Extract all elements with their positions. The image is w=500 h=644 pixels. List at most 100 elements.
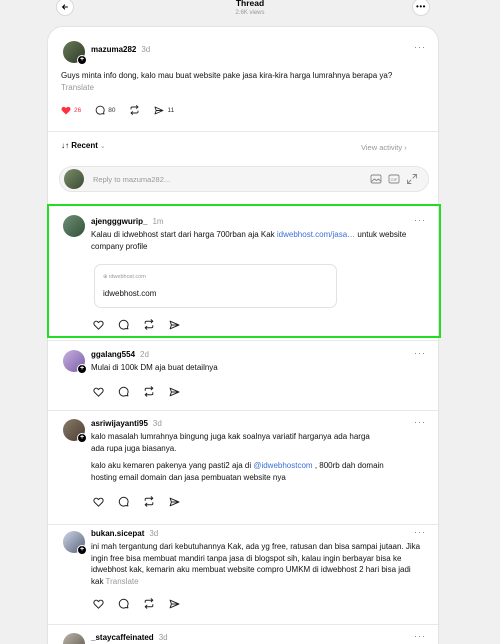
sort-label: Recent <box>71 141 98 150</box>
translate-link[interactable]: Translate <box>61 83 94 92</box>
reply-username[interactable]: asriwijayanti95 <box>91 419 148 428</box>
avatar[interactable]: + <box>63 531 87 555</box>
avatar[interactable]: + <box>63 419 87 443</box>
like-button[interactable] <box>93 497 104 507</box>
repost-icon <box>144 496 154 507</box>
reply-time: 1m <box>152 217 164 226</box>
like-button[interactable] <box>93 387 104 397</box>
follow-plus-icon[interactable]: + <box>77 55 87 65</box>
reply-time: 3d <box>152 419 162 428</box>
repost-icon <box>144 386 154 397</box>
send-icon <box>169 599 180 608</box>
reply-item: ajengggwurip_ 1m ··· Kalau di idwebhost s… <box>48 205 440 339</box>
more-horizontal-icon[interactable]: ··· <box>414 42 426 52</box>
reply-username[interactable]: bukan.sicepat <box>91 529 144 538</box>
heart-icon <box>93 599 104 609</box>
post-username[interactable]: mazuma282 <box>91 45 136 54</box>
more-horizontal-icon[interactable]: ··· <box>414 348 426 358</box>
share-button[interactable] <box>169 497 180 507</box>
more-horizontal-icon[interactable]: ··· <box>414 215 426 225</box>
share-count: 11 <box>167 106 175 114</box>
post-actions: 26 80 11 <box>61 105 188 115</box>
post-text: Guys minta info dong, kalo mau buat webs… <box>61 71 393 92</box>
like-button[interactable]: 26 <box>61 106 81 115</box>
share-button[interactable] <box>169 387 180 397</box>
follow-plus-icon[interactable]: + <box>77 364 87 374</box>
reply-item: + ggalang554 2d ··· Mulai di 100k DM aja … <box>48 341 440 409</box>
reply-actions <box>93 598 194 609</box>
reply-username[interactable]: ggalang554 <box>91 350 135 359</box>
like-button[interactable] <box>93 320 104 330</box>
link-preview-card[interactable]: ⊕ idwebhost.com idwebhost.com <box>94 264 337 308</box>
reply-input[interactable]: Reply to mazuma282... GIF <box>59 166 429 192</box>
reply-button[interactable] <box>118 598 129 609</box>
chevron-right-icon: › <box>402 143 407 152</box>
chevron-down-icon: ⌄ <box>97 143 106 150</box>
share-button[interactable] <box>169 599 180 609</box>
avatar[interactable]: + <box>63 350 87 374</box>
share-button[interactable] <box>169 320 180 330</box>
comment-icon <box>95 105 105 115</box>
reply-button[interactable] <box>118 319 129 330</box>
comment-icon <box>118 496 129 507</box>
translate-link[interactable]: Translate <box>106 577 139 586</box>
reply-text: Mulai di 100k DM aja buat detailnya <box>91 363 218 372</box>
more-horizontal-icon: ••• <box>416 2 426 11</box>
divider <box>48 131 440 132</box>
reply-button[interactable]: 80 <box>95 105 115 115</box>
view-activity-link[interactable]: View activity › <box>361 143 407 152</box>
comment-icon <box>118 386 129 397</box>
reply-time: 2d <box>140 350 149 359</box>
reply-button[interactable] <box>118 386 129 397</box>
reply-placeholder: Reply to mazuma282... <box>93 175 171 184</box>
sort-dropdown[interactable]: ↓↑ Recent ⌄ <box>61 141 106 150</box>
avatar[interactable] <box>63 633 85 644</box>
repost-icon <box>144 319 154 330</box>
reply-time: 3d <box>149 529 159 538</box>
reply-time: 3d <box>158 633 168 642</box>
reply-username[interactable]: ajengggwurip_ <box>91 217 147 226</box>
repost-button[interactable] <box>143 598 155 609</box>
reply-count: 80 <box>108 106 116 114</box>
expand-icon[interactable] <box>406 173 418 185</box>
main-post: + mazuma282 3d ··· Guys minta info dong, … <box>48 27 440 127</box>
reply-text: ini mah tergantung dari kebutuhannya Kak… <box>91 542 421 586</box>
heart-icon <box>61 106 71 114</box>
reply-actions <box>93 386 194 397</box>
repost-button[interactable] <box>143 386 155 397</box>
post-time: 3d <box>141 45 151 54</box>
avatar[interactable]: + <box>63 41 87 65</box>
reply-link[interactable]: idwebhost.com/jasa… <box>277 230 355 239</box>
thread-card: + mazuma282 3d ··· Guys minta info dong, … <box>47 26 440 644</box>
reply-item: _staycaffeinated 3d ··· <box>48 625 440 644</box>
repost-button[interactable] <box>143 319 155 330</box>
mention-link[interactable]: @idwebhostcom <box>253 461 312 470</box>
repost-button[interactable] <box>143 496 155 507</box>
follow-plus-icon[interactable]: + <box>77 545 87 555</box>
repost-button[interactable] <box>129 105 140 115</box>
like-button[interactable] <box>93 599 104 609</box>
more-horizontal-icon[interactable]: ··· <box>414 631 426 641</box>
send-icon <box>169 497 180 506</box>
reply-actions <box>93 319 194 330</box>
reply-username[interactable]: _staycaffeinated <box>91 633 154 642</box>
reply-item: + asriwijayanti95 3d ··· kalo masalah lum… <box>48 411 440 523</box>
send-icon <box>169 320 180 329</box>
reply-text: kalo masalah lumrahnya bingung juga kak … <box>91 432 370 453</box>
comment-icon <box>118 319 129 330</box>
heart-icon <box>93 320 104 330</box>
image-icon[interactable] <box>370 173 382 185</box>
more-horizontal-icon[interactable]: ··· <box>414 527 426 537</box>
link-domain: idwebhost.com <box>109 274 146 280</box>
avatar[interactable] <box>63 215 85 237</box>
sort-icon: ↓↑ <box>61 141 72 150</box>
reply-button[interactable] <box>118 496 129 507</box>
more-horizontal-icon[interactable]: ··· <box>414 417 426 427</box>
send-icon <box>169 387 180 396</box>
reply-item: + bukan.sicepat 3d ··· ini mah tergantung… <box>48 525 440 623</box>
follow-plus-icon[interactable]: + <box>77 433 87 443</box>
reply-text-2: kalo aku kemaren pakenya yang pasti2 aja… <box>91 461 384 482</box>
heart-icon <box>93 497 104 507</box>
gif-icon[interactable]: GIF <box>388 173 400 185</box>
share-button[interactable]: 11 <box>154 106 174 115</box>
